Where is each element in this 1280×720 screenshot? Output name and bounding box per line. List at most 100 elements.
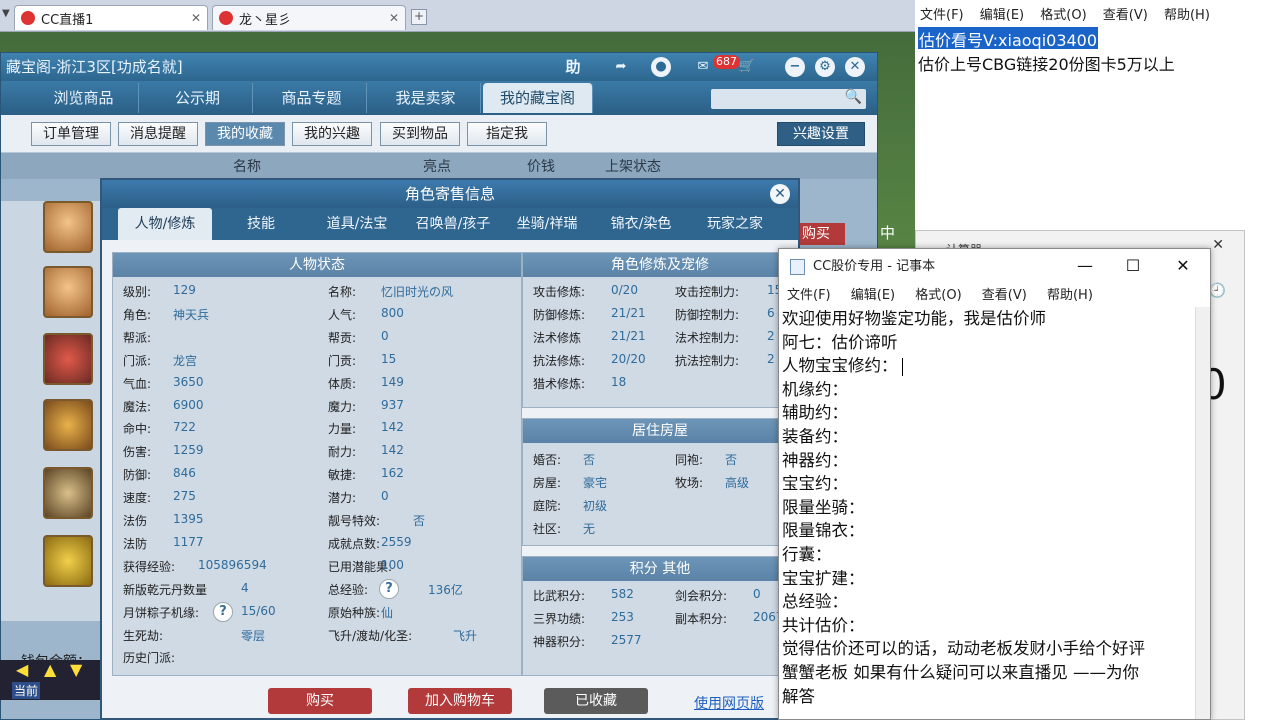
status-label: 气血:	[123, 376, 152, 391]
housing-value: 无	[583, 521, 596, 536]
notepad-line-text: 人物宝宝修约：	[782, 356, 898, 376]
status-value: 15/60	[241, 603, 276, 618]
column-name: 名称	[233, 159, 261, 175]
tab-character[interactable]: 人物/修炼	[118, 208, 212, 240]
my-favorites-button[interactable]: 我的收藏	[205, 122, 285, 146]
spear-icon[interactable]	[43, 467, 93, 519]
status-value: 937	[381, 397, 404, 412]
character-avatar-icon[interactable]	[43, 201, 93, 253]
share-icon[interactable]: ➦	[611, 57, 631, 77]
tab-seller[interactable]: 我是卖家	[371, 83, 481, 113]
close-icon[interactable]: ✕	[845, 57, 865, 77]
cultivation-value: 18	[611, 374, 627, 389]
tab-skills[interactable]: 技能	[214, 208, 308, 240]
tab-my-treasure[interactable]: 我的藏宝阁	[483, 83, 593, 113]
cc-favicon-icon	[219, 11, 233, 25]
minimize-icon[interactable]: −	[785, 57, 805, 77]
status-value: 飞升	[453, 628, 478, 643]
tab-topics[interactable]: 商品专题	[257, 83, 367, 113]
notepad-title: CC股价专用 - 记事本	[813, 259, 936, 274]
tab-pets[interactable]: 召唤兽/孩子	[406, 208, 500, 240]
selected-text-line[interactable]: 估价看号V:xiaoqi03400	[918, 27, 1099, 50]
points-label: 剑会积分:	[675, 589, 728, 603]
close-icon[interactable]: ✕	[1160, 249, 1206, 283]
menu-edit[interactable]: 编辑(E)	[980, 8, 1024, 23]
arrow-left-icon[interactable]: ◀	[16, 660, 28, 679]
search-input[interactable]: 🔍	[711, 89, 866, 109]
minimize-icon[interactable]: —	[1062, 249, 1108, 283]
lion-pet-icon[interactable]	[43, 399, 93, 451]
status-label: 月饼粽子机缘:	[123, 605, 200, 620]
help-icon[interactable]: ?	[213, 601, 233, 622]
tab-outfits[interactable]: 锦衣/染色	[594, 208, 688, 240]
tab-browse[interactable]: 浏览商品	[29, 83, 139, 113]
status-label: 速度:	[123, 491, 152, 506]
status-value: 105896594	[198, 557, 267, 572]
use-web-version-link[interactable]: 使用网页版	[694, 693, 764, 713]
close-icon[interactable]: ✕	[770, 184, 790, 204]
housing-label: 同袍:	[675, 453, 704, 467]
interest-settings-button[interactable]: 兴趣设置	[777, 122, 865, 146]
tab-public[interactable]: 公示期	[143, 83, 253, 113]
status-value: 4	[241, 580, 249, 595]
menu-help[interactable]: 帮助(H)	[1047, 288, 1093, 303]
close-tab-icon[interactable]: ✕	[389, 11, 399, 25]
my-interests-button[interactable]: 我的兴趣	[292, 122, 372, 146]
browser-tab-2[interactable]: 龙丶星彡 ✕	[212, 5, 406, 30]
menu-format[interactable]: 格式(O)	[1040, 8, 1086, 23]
status-label: 级别:	[123, 285, 152, 299]
staff-icon[interactable]	[43, 535, 93, 587]
quick-action-bar: ◀ ▲ ▼ 当前	[0, 660, 100, 700]
arrow-up-icon[interactable]: ▲	[44, 660, 56, 679]
settings-gear-icon[interactable]: ⚙	[815, 57, 835, 77]
points-label: 三界功绩:	[533, 611, 586, 626]
order-management-button[interactable]: 订单管理	[31, 122, 111, 146]
menu-file[interactable]: 文件(F)	[920, 8, 964, 23]
help-icon[interactable]: ?	[379, 578, 399, 599]
tab-dropdown-icon[interactable]: ▼	[2, 8, 10, 19]
menu-view[interactable]: 查看(V)	[982, 288, 1027, 303]
close-tab-icon[interactable]: ✕	[191, 11, 201, 25]
arrow-down-icon[interactable]: ▼	[70, 660, 82, 679]
notepad-line: 解答	[782, 686, 815, 706]
notepad-scrollbar[interactable]	[1195, 307, 1210, 719]
notepad-line: 限量坐骑：	[782, 497, 865, 517]
tab-items[interactable]: 道具/法宝	[310, 208, 404, 240]
notepad-text-area[interactable]: 欢迎使用好物鉴定功能，我是估价师 阿七：估价谛听 人物宝宝修约： 机缘约： 辅助约： 装备…	[781, 307, 1197, 719]
menu-format[interactable]: 格式(O)	[915, 288, 961, 303]
status-value: 162	[381, 466, 404, 481]
buy-button[interactable]: 购买	[268, 688, 372, 714]
assigned-to-me-button[interactable]: 指定我	[467, 122, 547, 146]
menu-edit[interactable]: 编辑(E)	[851, 288, 895, 303]
notepad-window: CC股价专用 - 记事本 — ☐ ✕ 文件(F) 编辑(E) 格式(O) 查看(…	[778, 248, 1211, 720]
new-tab-button[interactable]: +	[411, 9, 427, 25]
record-icon[interactable]: ●	[651, 57, 671, 77]
favorited-button[interactable]: 已收藏	[544, 688, 648, 714]
menu-help[interactable]: 帮助(H)	[1164, 8, 1210, 23]
purchased-items-button[interactable]: 买到物品	[380, 122, 460, 146]
weapon-icon[interactable]	[43, 333, 93, 385]
housing-value: 否	[583, 453, 596, 467]
search-icon[interactable]: 🔍	[845, 89, 862, 105]
current-channel-button[interactable]: 当前	[12, 682, 41, 699]
character-avatar-icon[interactable]	[43, 266, 93, 318]
browser-tab-1[interactable]: CC直播1 ✕	[14, 5, 208, 30]
add-to-cart-button[interactable]: 加入购物车	[408, 688, 512, 714]
maximize-icon[interactable]: ☐	[1110, 249, 1156, 283]
menu-view[interactable]: 查看(V)	[1103, 8, 1148, 23]
housing-value: 初级	[583, 498, 608, 513]
cultivation-value: 21/21	[611, 305, 646, 320]
close-icon[interactable]: ✕	[1212, 237, 1224, 253]
history-icon[interactable]: 🕘	[1209, 283, 1226, 299]
status-label: 新版乾元丹数量	[123, 582, 208, 597]
mail-icon[interactable]: ✉	[693, 57, 713, 77]
tab-player-home[interactable]: 玩家之家	[688, 208, 782, 240]
status-value: 龙宫	[173, 353, 198, 368]
message-reminder-button[interactable]: 消息提醒	[118, 122, 198, 146]
notepad-line: 阿七：估价谛听	[782, 332, 898, 352]
tab-mounts[interactable]: 坐骑/祥瑞	[500, 208, 594, 240]
cart-icon[interactable]: 🛒	[737, 57, 757, 77]
help-button[interactable]: 助	[563, 57, 583, 77]
text-line[interactable]: 估价上号CBG链接20份图卡5万以上	[918, 51, 1175, 75]
menu-file[interactable]: 文件(F)	[787, 288, 831, 303]
